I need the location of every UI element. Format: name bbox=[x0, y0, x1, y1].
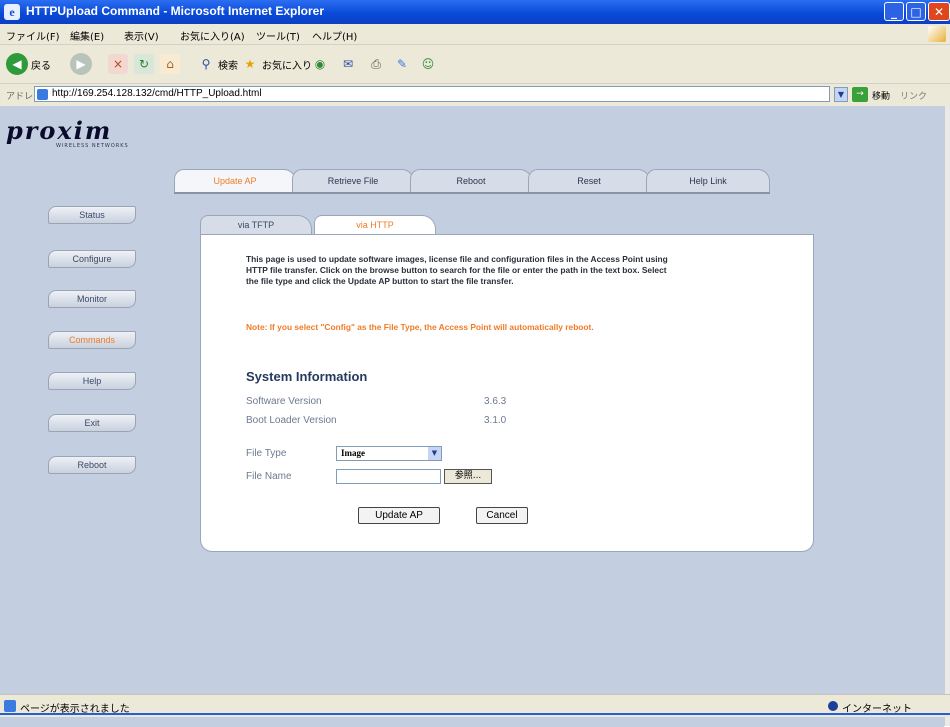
address-input[interactable]: http://169.254.128.132/cmd/HTTP_Upload.h… bbox=[34, 86, 830, 102]
nav-monitor-button[interactable]: Monitor bbox=[48, 290, 136, 308]
back-icon: ◀ bbox=[6, 53, 28, 75]
media-button[interactable]: ◉ bbox=[310, 52, 330, 76]
menu-edit[interactable]: 編集(E) bbox=[70, 28, 104, 43]
mail-button[interactable]: ✉ bbox=[338, 52, 358, 76]
close-button[interactable]: ✕ bbox=[928, 2, 950, 21]
back-button[interactable]: ◀ 戻る bbox=[6, 52, 51, 76]
browse-button[interactable]: 参照... bbox=[444, 469, 492, 484]
menu-file[interactable]: ファイル(F) bbox=[6, 28, 60, 43]
refresh-icon: ↻ bbox=[134, 54, 154, 74]
menu-favorites[interactable]: お気に入り(A) bbox=[180, 28, 245, 43]
proxim-logo: proxim bbox=[6, 116, 113, 145]
maximize-button[interactable]: □ bbox=[906, 2, 926, 21]
bootloader-version-value: 3.1.0 bbox=[484, 415, 507, 426]
file-type-label: File Type bbox=[246, 448, 287, 459]
menu-tools[interactable]: ツール(T) bbox=[256, 28, 300, 43]
address-bar: アドレス(D) http://169.254.128.132/cmd/HTTP_… bbox=[0, 84, 950, 107]
favorites-label: お気に入り bbox=[262, 60, 312, 72]
go-icon[interactable]: → bbox=[852, 87, 868, 102]
config-note: Note: If you select "Config" as the File… bbox=[246, 322, 594, 332]
forward-icon: ▶ bbox=[70, 53, 92, 75]
forward-button[interactable]: ▶ bbox=[70, 52, 92, 76]
tab-via-http[interactable]: via HTTP bbox=[314, 215, 436, 235]
home-button[interactable]: ⌂ bbox=[160, 52, 180, 76]
globe-icon bbox=[828, 701, 838, 711]
nav-reboot-button[interactable]: Reboot bbox=[48, 456, 136, 474]
windows-flag-icon bbox=[928, 26, 946, 42]
refresh-button[interactable]: ↻ bbox=[134, 52, 154, 76]
minimize-button[interactable]: _ bbox=[884, 2, 904, 21]
nav-commands-button[interactable]: Commands bbox=[48, 331, 136, 349]
favorites-icon: ★ bbox=[244, 57, 256, 71]
page-done-icon bbox=[4, 700, 16, 712]
file-name-label: File Name bbox=[246, 471, 292, 482]
nav-status-button[interactable]: Status bbox=[48, 206, 136, 224]
print-icon: ⎙ bbox=[371, 57, 381, 71]
page-icon bbox=[37, 89, 48, 100]
file-name-input[interactable] bbox=[336, 469, 441, 484]
search-icon: ⚲ bbox=[201, 57, 211, 71]
file-type-select[interactable]: Image ▼ bbox=[336, 446, 442, 461]
tab-help-link[interactable]: Help Link bbox=[646, 169, 770, 193]
media-icon: ◉ bbox=[314, 57, 326, 71]
stop-button[interactable]: × bbox=[108, 52, 128, 76]
update-ap-button[interactable]: Update AP bbox=[358, 507, 440, 524]
toolbar: ◀ 戻る ▶ × ↻ ⌂ ⚲ 検索 ★ お気に入り ◉ ✉ ⎙ ✎ ☺ bbox=[0, 45, 950, 84]
messenger-icon: ☺ bbox=[421, 57, 435, 71]
window-title: HTTPUpload Command - Microsoft Internet … bbox=[26, 4, 325, 18]
mail-icon: ✉ bbox=[342, 57, 354, 71]
description-text: This page is used to update software ima… bbox=[246, 254, 668, 286]
go-button[interactable]: 移動 bbox=[872, 89, 890, 102]
system-info-heading: System Information bbox=[246, 369, 368, 384]
back-label: 戻る bbox=[31, 60, 51, 72]
ie-icon: e bbox=[4, 4, 20, 20]
print-button[interactable]: ⎙ bbox=[366, 52, 386, 76]
address-url: http://169.254.128.132/cmd/HTTP_Upload.h… bbox=[52, 88, 262, 99]
messenger-button[interactable]: ☺ bbox=[418, 52, 438, 76]
software-version-label: Software Version bbox=[246, 396, 322, 407]
address-dropdown-icon[interactable]: ▼ bbox=[834, 87, 848, 102]
stop-icon: × bbox=[108, 54, 128, 74]
file-type-value: Image bbox=[341, 448, 365, 458]
menu-help[interactable]: ヘルプ(H) bbox=[312, 28, 357, 43]
search-button[interactable]: ⚲ 検索 bbox=[196, 52, 238, 76]
bootloader-version-label: Boot Loader Version bbox=[246, 415, 337, 426]
title-bar: e HTTPUpload Command - Microsoft Interne… bbox=[0, 0, 950, 24]
cancel-button[interactable]: Cancel bbox=[476, 507, 528, 524]
page-viewport: proxim WIRELESS NETWORKS Update AP Retri… bbox=[0, 106, 944, 727]
tab-reset[interactable]: Reset bbox=[528, 169, 650, 193]
nav-configure-button[interactable]: Configure bbox=[48, 250, 136, 268]
tab-via-tftp[interactable]: via TFTP bbox=[200, 215, 312, 235]
nav-help-button[interactable]: Help bbox=[48, 372, 136, 390]
favorites-button[interactable]: ★ お気に入り bbox=[240, 52, 312, 76]
menu-bar: ファイル(F) 編集(E) 表示(V) お気に入り(A) ツール(T) ヘルプ(… bbox=[0, 24, 950, 45]
tab-update-ap[interactable]: Update AP bbox=[174, 169, 296, 193]
software-version-value: 3.6.3 bbox=[484, 396, 507, 407]
menu-view[interactable]: 表示(V) bbox=[124, 28, 159, 43]
tab-retrieve-file[interactable]: Retrieve File bbox=[292, 169, 414, 193]
edit-button[interactable]: ✎ bbox=[392, 52, 412, 76]
home-icon: ⌂ bbox=[160, 54, 180, 74]
links-label[interactable]: リンク bbox=[900, 89, 927, 102]
tab-divider bbox=[174, 192, 770, 194]
edit-icon: ✎ bbox=[396, 57, 408, 71]
tab-reboot[interactable]: Reboot bbox=[410, 169, 532, 193]
logo-subtitle: WIRELESS NETWORKS bbox=[56, 143, 129, 149]
search-label: 検索 bbox=[218, 60, 238, 72]
chevron-down-icon: ▼ bbox=[428, 447, 441, 460]
nav-exit-button[interactable]: Exit bbox=[48, 414, 136, 432]
vertical-scrollbar[interactable] bbox=[944, 106, 950, 726]
